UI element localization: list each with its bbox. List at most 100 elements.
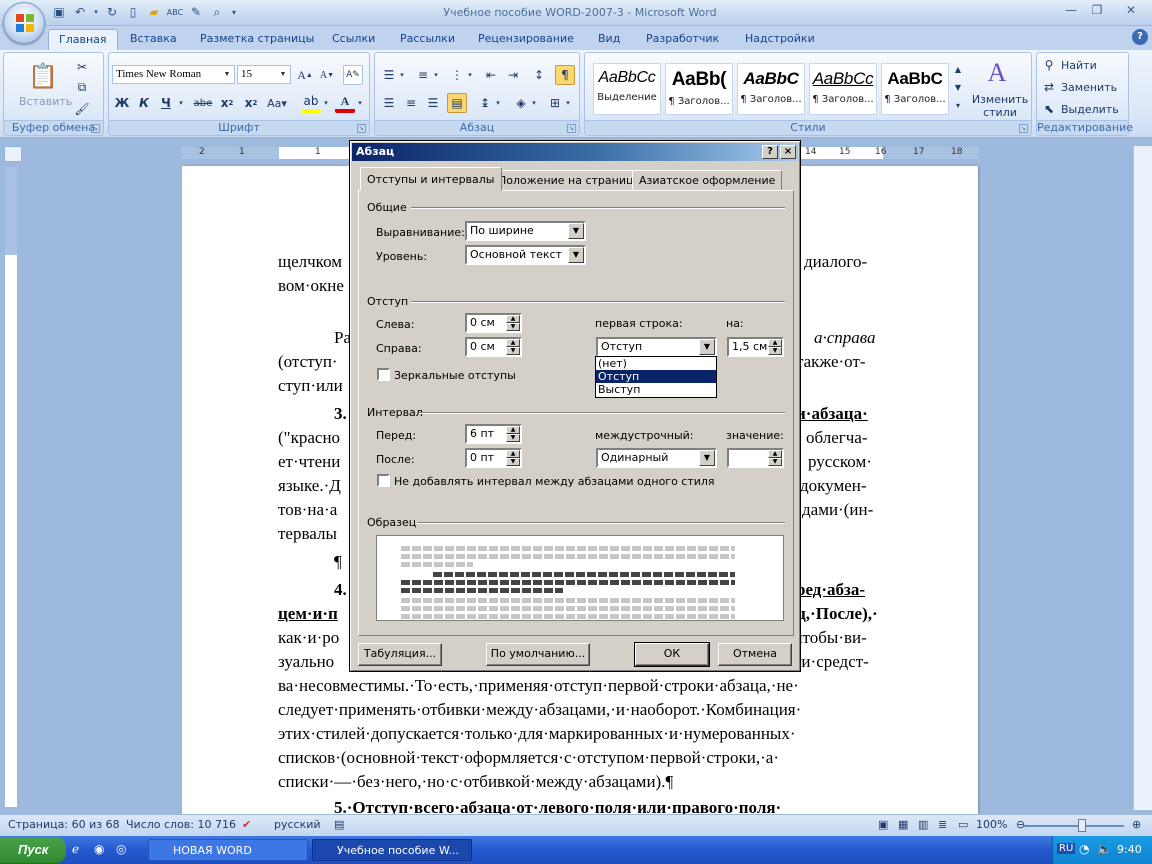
shading-icon[interactable]: ◈ [511,93,531,113]
multilevel-dropdown-icon[interactable]: ▾ [465,65,475,85]
tab-developer[interactable]: Разработчик [636,29,729,50]
word-count[interactable]: Число слов: 10 716 [126,818,236,831]
replace-button[interactable]: Заменить [1061,81,1117,94]
alignment-select[interactable]: По ширине ▼ [465,221,586,241]
bullets-icon[interactable]: ☰ [379,65,399,85]
full-screen-icon[interactable]: ▦ [898,818,908,831]
spinner[interactable]: ▲ ▼ [506,450,520,466]
styles-scroll-up-icon[interactable]: ▲ [951,61,965,77]
volume-icon[interactable]: 🔈 [1097,842,1112,856]
align-right-icon[interactable]: ☰ [423,93,443,113]
first-line-select[interactable]: Отступ ▼ [596,337,717,357]
line-spacing-dropdown-icon[interactable]: ▾ [493,93,503,113]
tray-icon[interactable]: ◔ [1079,842,1089,856]
minimize-icon[interactable]: — [1058,0,1084,19]
vertical-scrollbar[interactable] [1133,146,1152,810]
show-formatting-icon[interactable]: ¶ [555,65,575,85]
tab-insert[interactable]: Вставка [120,29,187,50]
styles-launcher-icon[interactable]: ↘ [1019,124,1028,133]
macro-record-icon[interactable]: ▤ [334,818,344,831]
underline-button[interactable]: Ч [156,93,176,113]
paragraph-launcher-icon[interactable]: ↘ [567,124,576,133]
tab-references[interactable]: Ссылки [322,29,385,50]
zoom-level[interactable]: 100% [976,818,1007,831]
undo-dropdown-icon[interactable]: ▾ [92,3,100,21]
taskbar-item-folder[interactable]: НОВАЯ WORD [148,839,308,861]
cancel-button[interactable]: Отмена [718,643,792,666]
font-color-dropdown-icon[interactable]: ▾ [355,93,365,113]
tab-asian-typography[interactable]: Азиатское оформление [632,170,783,190]
highlight-dropdown-icon[interactable]: ▾ [321,93,331,113]
shrink-font-icon[interactable]: A ▼ [317,65,337,85]
multilevel-list-icon[interactable]: ⋮ [447,65,467,85]
styles-scroll-down-icon[interactable]: ▼ [951,79,965,95]
shading-dropdown-icon[interactable]: ▾ [529,93,539,113]
media-player-icon[interactable]: ◉ [94,842,104,856]
vertical-ruler[interactable] [4,166,18,808]
style-heading-1[interactable]: AaBb( ¶ Заголов... [665,63,733,115]
chevron-down-icon[interactable]: ▼ [568,223,584,239]
align-left-icon[interactable]: ☰ [379,93,399,113]
maximize-icon[interactable]: ❐ [1084,0,1110,19]
draft-icon[interactable]: ▭ [958,818,968,831]
option-hanging[interactable]: Выступ [596,383,716,396]
ruler-toggle-button[interactable] [4,146,22,162]
font-launcher-icon[interactable]: ↘ [357,124,366,133]
at-field[interactable]: ▲ ▼ [727,448,784,468]
style-heading-3[interactable]: AaBbCc ¶ Заголов... [809,63,877,115]
left-indent-field[interactable]: 0 см ▲ ▼ [465,313,522,333]
chevron-down-icon[interactable]: ▼ [568,247,584,263]
align-center-icon[interactable]: ≡ [401,93,421,113]
superscript-icon[interactable]: x2 [241,93,261,113]
print-preview-icon[interactable]: ⌕ [208,3,226,21]
after-field[interactable]: 0 пт ▲ ▼ [465,448,522,468]
right-indent-field[interactable]: 0 см ▲ ▼ [465,337,522,357]
chevron-down-icon[interactable]: ▼ [699,450,715,466]
borders-icon[interactable]: ⊞ [545,93,565,113]
clipboard-launcher-icon[interactable]: ↘ [91,124,100,133]
spinner[interactable]: ▲ ▼ [506,315,520,331]
by-field[interactable]: 1,5 см ▲ ▼ [727,337,784,357]
help-button[interactable]: ? [762,145,778,159]
office-button[interactable] [3,2,45,44]
tab-view[interactable]: Вид [588,29,630,50]
justify-icon[interactable]: ▤ [447,93,467,113]
help-icon[interactable]: ? [1132,29,1148,45]
undo-icon[interactable]: ↶ [71,3,89,21]
underline-dropdown-icon[interactable]: ▾ [176,93,186,113]
find-button[interactable]: Найти [1061,59,1097,72]
language-indicator[interactable]: RU [1057,843,1076,854]
zoom-in-icon[interactable]: ⊕ [1132,818,1141,831]
spinner[interactable]: ▲ ▼ [506,426,520,442]
change-case-icon[interactable]: Aa▾ [267,93,287,113]
open-folder-icon[interactable]: ▰ [145,3,163,21]
zoom-slider-thumb[interactable] [1078,819,1086,832]
style-heading-2[interactable]: AaBbC ¶ Заголов... [737,63,805,115]
style-heading-4[interactable]: AaBbC ¶ Заголов... [881,63,949,115]
tab-page-layout[interactable]: Разметка страницы [190,29,324,50]
bold-button[interactable]: Ж [112,93,132,113]
spelling-icon[interactable]: ABC [166,3,184,21]
new-document-icon[interactable]: ▯ [124,3,142,21]
print-layout-icon[interactable]: ▣ [878,818,888,831]
level-select[interactable]: Основной текст ▼ [465,245,586,265]
paste-button[interactable]: Вставить [19,95,72,108]
language[interactable]: русский [274,818,321,831]
start-button[interactable]: Пуск [0,837,66,863]
save-icon[interactable]: ▣ [50,3,68,21]
tab-addins[interactable]: Надстройки [735,29,825,50]
numbering-icon[interactable]: ≡ [413,65,433,85]
cut-icon[interactable]: ✂ [72,57,92,77]
italic-button[interactable]: К [134,93,154,113]
dialog-close-button[interactable]: × [780,145,796,159]
tabs-button[interactable]: Табуляция... [358,643,442,666]
zoom-slider[interactable] [1024,825,1124,827]
grow-font-icon[interactable]: A ▲ [295,65,315,85]
copy-icon[interactable]: ⧉ [72,77,92,97]
change-styles-icon[interactable]: A [981,57,1013,89]
spinner[interactable]: ▲ ▼ [768,339,782,355]
set-default-button[interactable]: По умолчанию... [486,643,590,666]
line-spacing-select[interactable]: Одинарный ▼ [596,448,717,468]
numbering-dropdown-icon[interactable]: ▾ [431,65,441,85]
redo-icon[interactable]: ↻ [103,3,121,21]
